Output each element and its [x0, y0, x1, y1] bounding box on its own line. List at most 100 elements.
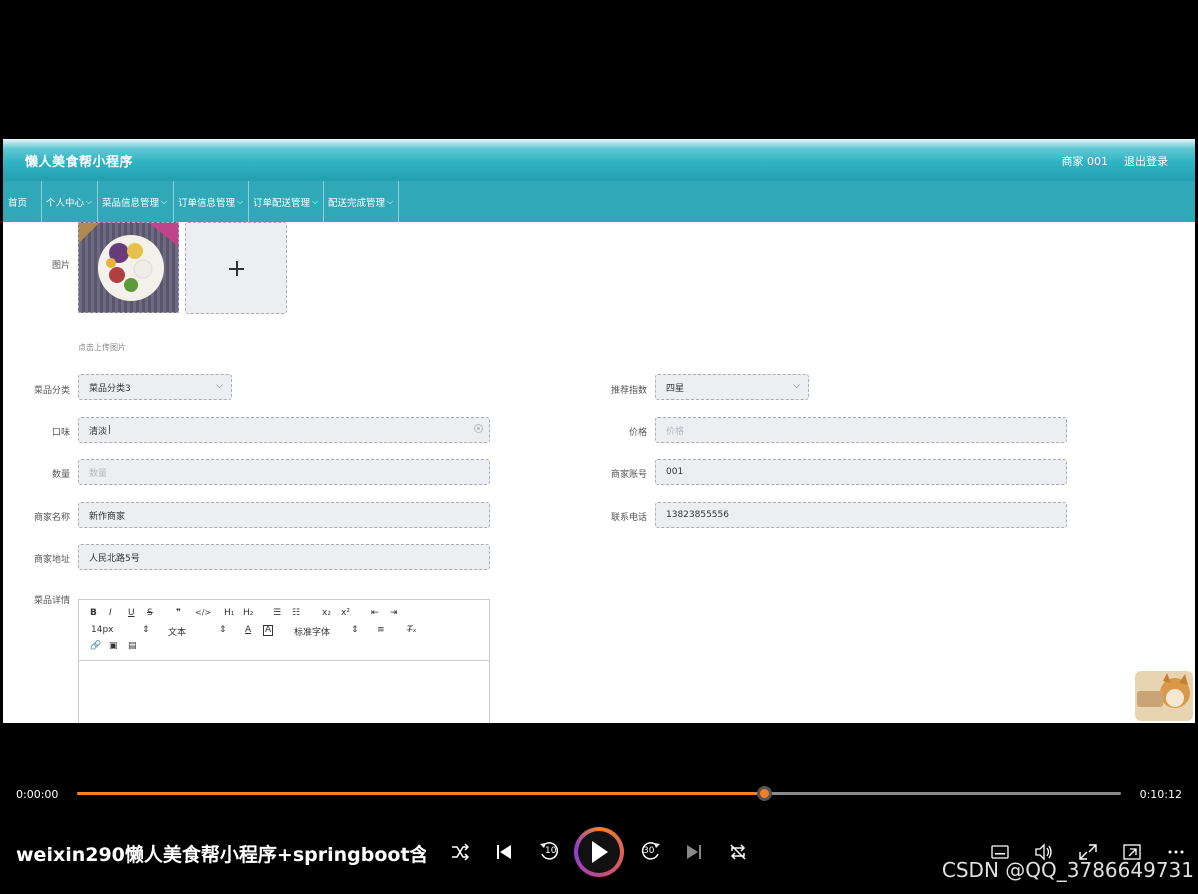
dog-icon: [1137, 673, 1190, 708]
nav-order-delivery[interactable]: 订单配送管理 ⌵: [249, 181, 324, 222]
video-title: weixin290懒人美食帮小程序+springboot含...: [16, 844, 426, 866]
subscript-button[interactable]: x₂: [322, 608, 331, 618]
price-input[interactable]: 价格: [655, 417, 1067, 443]
logout-link[interactable]: 退出登录: [1124, 153, 1168, 169]
category-value: 菜品分类3: [89, 383, 131, 394]
text-cursor: |: [108, 425, 112, 435]
nav-delivery-complete[interactable]: 配送完成管理 ⌵: [324, 181, 399, 222]
seek-bar[interactable]: [77, 786, 1121, 801]
recommend-select[interactable]: 四星 ⌵: [655, 374, 809, 400]
superscript-button[interactable]: x²: [341, 608, 350, 618]
dish-image-thumbnail[interactable]: [78, 222, 179, 313]
taste-value: 清淡: [89, 426, 108, 437]
strike-button[interactable]: S: [147, 608, 153, 618]
indent-button[interactable]: ⇥: [390, 608, 398, 618]
phone-label: 联系电话: [610, 513, 647, 523]
clear-icon[interactable]: [474, 424, 483, 433]
forward-button[interactable]: 30: [638, 840, 662, 864]
nav-label: 订单信息管理: [178, 197, 236, 209]
nav-label: 菜品信息管理: [102, 197, 160, 209]
font-size-select[interactable]: 14px: [91, 625, 114, 635]
nav-label: 个人中心: [46, 197, 85, 209]
quantity-placeholder: 数量: [89, 468, 108, 479]
previous-icon[interactable]: [494, 842, 514, 862]
editor-toolbar: B I U S ❞ </> H₁ H₂ ☰ ☷ x₂ x² ⇤ ⇥ 14px ⇕…: [79, 600, 489, 661]
merchant-name-label: 商家名称: [33, 513, 70, 523]
chevron-down-icon: ⌵: [86, 196, 93, 206]
nav-label: 首页: [8, 197, 28, 209]
merchant-account-label: 商家账号: [610, 470, 647, 480]
code-button[interactable]: </>: [195, 608, 211, 617]
chevron-down-icon: ⌵: [387, 196, 394, 206]
category-label: 菜品分类: [33, 386, 70, 396]
repeat-off-icon[interactable]: [728, 842, 748, 862]
bullet-list-button[interactable]: ☷: [292, 608, 300, 618]
nav-label: 订单配送管理: [253, 197, 311, 209]
upload-hint: 点击上传图片: [78, 343, 126, 352]
next-icon[interactable]: [684, 842, 704, 862]
chevron-down-icon: ⌵: [216, 381, 223, 391]
app-header: 懒人美食帮小程序 商家 001 退出登录: [3, 139, 1195, 181]
app-window: 懒人美食帮小程序 商家 001 退出登录 首页 个人中心 ⌵ 菜品信息管理 ⌵ 订单…: [3, 139, 1195, 723]
taste-input[interactable]: 清淡 |: [78, 417, 490, 443]
dish-photo: [79, 223, 178, 301]
italic-button[interactable]: I: [109, 608, 112, 618]
align-button[interactable]: ≡: [377, 625, 385, 635]
underline-button[interactable]: U: [128, 608, 135, 618]
chevron-down-icon: ⌵: [793, 381, 800, 391]
link-button[interactable]: 🔗: [90, 641, 101, 651]
merchant-account-input[interactable]: 001: [655, 459, 1067, 485]
phone-value: 13823855556: [666, 510, 729, 520]
ordered-list-button[interactable]: ☰: [273, 608, 281, 618]
shuffle-icon[interactable]: [450, 842, 470, 862]
editor-content-area[interactable]: [79, 661, 489, 723]
price-placeholder: 价格: [666, 426, 685, 437]
quantity-input[interactable]: 数量: [78, 459, 490, 485]
font-color-button[interactable]: A: [245, 625, 251, 635]
rewind-label: 10: [545, 846, 557, 856]
play-button[interactable]: [574, 827, 624, 877]
merchant-name-input[interactable]: 新作商家: [78, 502, 490, 528]
image-label: 图片: [51, 261, 70, 271]
phone-input[interactable]: 13823855556: [655, 502, 1067, 528]
nav-order-info[interactable]: 订单信息管理 ⌵: [174, 181, 249, 222]
seek-thumb[interactable]: [756, 786, 772, 801]
upload-image-button[interactable]: [185, 222, 287, 314]
play-icon: [592, 841, 608, 863]
chevron-down-icon: ⌵: [312, 196, 319, 206]
bold-button[interactable]: B: [90, 608, 97, 618]
image-button[interactable]: ▣: [109, 641, 118, 651]
taste-label: 口味: [51, 428, 70, 438]
mascot-sticker: [1135, 671, 1193, 721]
select-arrows-icon: ⇕: [351, 625, 359, 635]
select-arrows-icon: ⇕: [219, 625, 227, 635]
background-color-button[interactable]: A: [263, 625, 274, 636]
price-label: 价格: [628, 428, 647, 438]
text-type-select[interactable]: 文本: [168, 625, 186, 638]
nav-label: 配送完成管理: [328, 197, 386, 209]
main-nav: 首页 个人中心 ⌵ 菜品信息管理 ⌵ 订单信息管理 ⌵ 订单配送管理 ⌵ 配送完成管理 ⌵: [3, 181, 1195, 222]
watermark: CSDN @QQ_3786649731: [941, 858, 1194, 882]
merchant-name-value: 新作商家: [89, 511, 126, 522]
rich-text-editor: B I U S ❞ </> H₁ H₂ ☰ ☷ x₂ x² ⇤ ⇥ 14px ⇕…: [78, 599, 490, 723]
h2-button[interactable]: H₂: [243, 608, 253, 618]
font-family-select[interactable]: 标准字体: [294, 625, 330, 638]
nav-personal-center[interactable]: 个人中心 ⌵: [42, 181, 98, 222]
clear-format-button[interactable]: T̶ₓ: [407, 625, 417, 635]
nav-dish-info[interactable]: 菜品信息管理 ⌵: [98, 181, 174, 222]
chevron-down-icon: ⌵: [237, 196, 244, 206]
outdent-button[interactable]: ⇤: [371, 608, 379, 618]
video-button[interactable]: ▤: [128, 641, 137, 651]
address-value: 人民北路5号: [89, 553, 140, 564]
forward-label: 30: [643, 846, 655, 856]
category-select[interactable]: 菜品分类3 ⌵: [78, 374, 232, 400]
detail-label: 菜品详情: [33, 596, 70, 606]
nav-home[interactable]: 首页: [3, 181, 42, 222]
plus-icon-stroke: [236, 261, 238, 276]
rewind-button[interactable]: 10: [538, 840, 562, 864]
h1-button[interactable]: H₁: [224, 608, 234, 618]
blockquote-button[interactable]: ❞: [176, 608, 181, 618]
address-input[interactable]: 人民北路5号: [78, 544, 490, 570]
current-time: 0:00:00: [16, 788, 59, 801]
select-arrows-icon: ⇕: [142, 625, 150, 635]
